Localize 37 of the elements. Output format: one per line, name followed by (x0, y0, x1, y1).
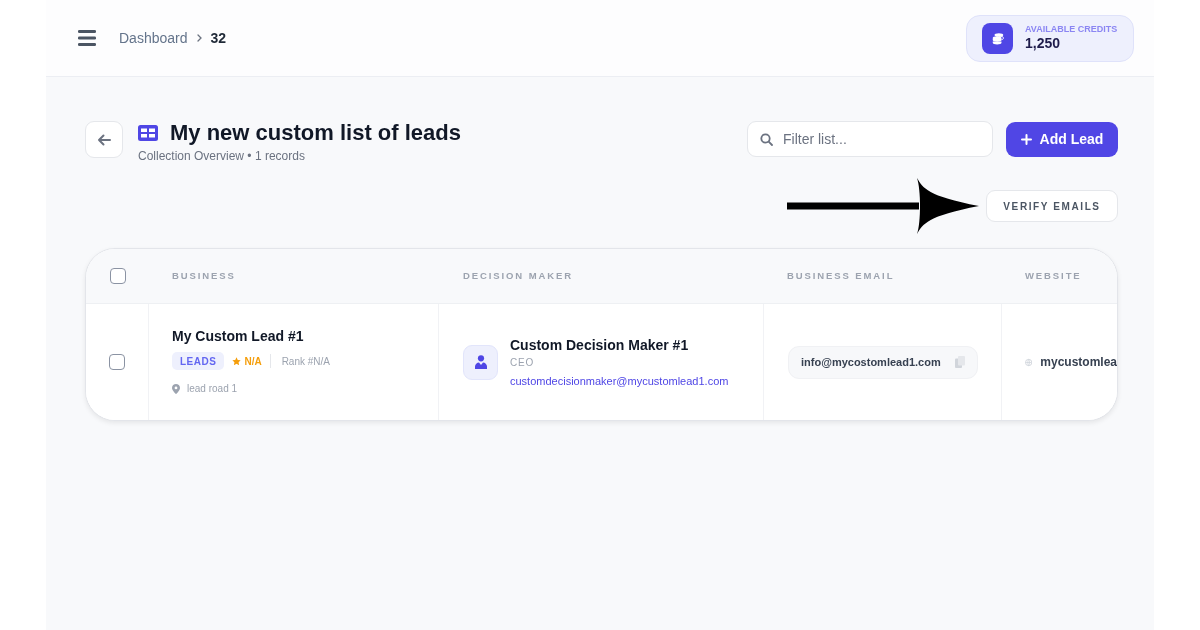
checkbox[interactable] (109, 268, 126, 284)
decision-maker-name: Custom Decision Maker #1 (510, 336, 689, 354)
arrow-left-icon (97, 133, 111, 146)
breadcrumb-current: 32 (210, 28, 227, 48)
filter-field[interactable]: Filter list... (747, 121, 993, 157)
breadcrumb-link[interactable]: Dashboard (119, 27, 188, 49)
column-header: BUSINESS EMAIL (787, 268, 895, 283)
menu-icon[interactable] (78, 30, 96, 46)
job-title: CEO (510, 357, 535, 369)
column-header: DECISION MAKER (463, 268, 573, 283)
globe-icon (1025, 356, 1033, 368)
chevron-right-icon (196, 34, 202, 42)
star-icon (232, 356, 242, 366)
credits-value: 1,250 (1025, 35, 1061, 52)
verify-emails-button[interactable]: VERIFY EMAILS (986, 190, 1118, 222)
checkbox[interactable] (109, 354, 125, 370)
rank-text: Rank #N/A (281, 354, 330, 369)
business-name: My Custom Lead #1 (172, 327, 304, 346)
business-email-text: info@mycostomlead1.com (801, 354, 941, 370)
page-title: My new custom list of leads (170, 121, 461, 145)
rating-text: N/A (244, 354, 262, 369)
credits-label: AVAILABLE CREDITS (1025, 24, 1118, 35)
add-lead-button[interactable]: Add Lead (1006, 121, 1118, 157)
location-pin-icon (172, 384, 180, 394)
column-header: WEBSITE (1025, 268, 1082, 283)
back-button[interactable] (85, 121, 123, 158)
email-link[interactable]: customdecisionmaker@mycustomlead1.com (510, 374, 729, 388)
person-icon (463, 344, 498, 380)
address-text: lead road 1 (187, 382, 238, 396)
plus-icon (1020, 133, 1032, 145)
table-icon (138, 125, 158, 141)
coins-icon (982, 22, 1013, 54)
leads-tag: LEADS (172, 352, 225, 370)
search-icon (760, 133, 773, 146)
column-header: BUSINESS (172, 268, 236, 283)
website-text: mycustomlea (1040, 354, 1117, 371)
page-subtitle: Collection Overview • 1 records (138, 149, 305, 163)
